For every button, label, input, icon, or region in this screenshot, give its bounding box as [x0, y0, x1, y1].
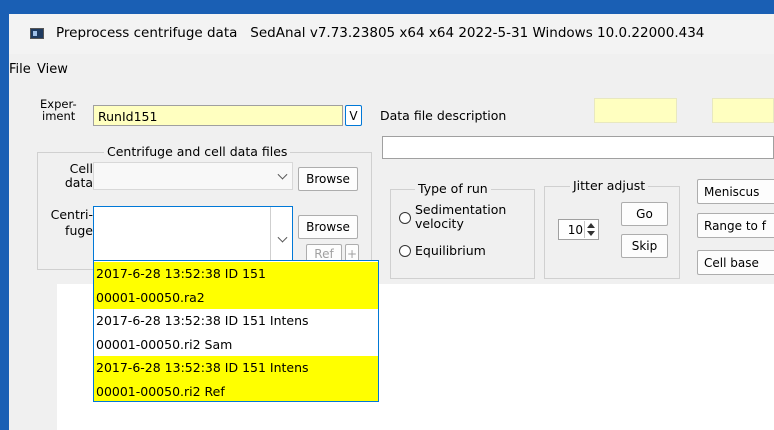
- dropdown-option-1-line2[interactable]: 00001-00050.ra2: [94, 285, 378, 309]
- range-to-fit-button[interactable]: Range to f: [697, 213, 774, 238]
- app-icon: [30, 28, 44, 39]
- data-file-description-yellow-field-2[interactable]: [712, 98, 774, 123]
- cell-data-combo[interactable]: [93, 162, 293, 190]
- centrifuge-label-line2: fuge: [65, 223, 93, 238]
- dropdown-option-3-line2[interactable]: 00001-00050.ri2 Ref: [94, 379, 378, 401]
- arrow-up-icon[interactable]: [587, 223, 595, 228]
- cell-data-label-line1: Cell: [69, 161, 93, 176]
- window-title-name: Preprocess centrifuge data: [56, 25, 238, 41]
- arrow-down-icon[interactable]: [587, 231, 595, 236]
- jitter-value: 10: [567, 223, 583, 237]
- menu-file[interactable]: File: [9, 62, 31, 77]
- browse-cell-button[interactable]: Browse: [298, 167, 358, 191]
- browse-centrifuge-button[interactable]: Browse: [298, 215, 358, 239]
- jitter-spinner[interactable]: 10: [558, 219, 599, 240]
- app-window: Preprocess centrifuge data SedAnal v7.73…: [9, 14, 774, 430]
- jitter-go-button[interactable]: Go: [621, 202, 668, 226]
- window-version-info: SedAnal v7.73.23805 x64 x64 2022-5-31 Wi…: [250, 25, 705, 41]
- equilibrium-label: Equilibrium: [415, 243, 486, 258]
- sedimentation-velocity-radio[interactable]: [399, 212, 411, 224]
- experiment-field[interactable]: RunId151: [93, 105, 343, 126]
- cell-data-label: Cell data: [58, 162, 93, 190]
- jitter-skip-button[interactable]: Skip: [621, 234, 668, 258]
- centrifuge-dropdown-list[interactable]: 2017-6-28 13:52:38 ID 151 00001-00050.ra…: [93, 260, 379, 402]
- sedimentation-velocity-line1: Sedimentation: [415, 202, 507, 217]
- type-of-run-title: Type of run: [415, 181, 491, 196]
- sedimentation-velocity-label: Sedimentation velocity: [415, 203, 506, 231]
- centrifuge-label-line1: Centri-: [50, 207, 93, 222]
- menu-view[interactable]: View: [37, 62, 68, 77]
- experiment-v-button[interactable]: V: [345, 105, 362, 126]
- data-file-description-yellow-field[interactable]: [594, 98, 677, 123]
- dropdown-option-2-line2[interactable]: 00001-00050.ri2 Sam: [94, 333, 378, 357]
- dropdown-option-2-line1[interactable]: 2017-6-28 13:52:38 ID 151 Intens: [94, 309, 378, 333]
- chevron-down-icon: [277, 232, 288, 243]
- centrifuge-combo[interactable]: [93, 206, 293, 261]
- sedimentation-velocity-line2: velocity: [415, 216, 464, 231]
- experiment-label: Exper- iment: [40, 98, 77, 122]
- dropdown-option-3-line1[interactable]: 2017-6-28 13:52:38 ID 151 Intens: [94, 356, 378, 380]
- jitter-title: Jitter adjust: [570, 178, 649, 193]
- experiment-value: RunId151: [98, 109, 158, 124]
- chevron-down-icon: [277, 169, 288, 180]
- meniscus-button[interactable]: Meniscus: [697, 179, 774, 204]
- combo-divider: [270, 207, 271, 260]
- cell-base-button[interactable]: Cell base: [697, 250, 774, 275]
- centrifuge-label: Centri- fuge: [41, 207, 93, 239]
- window-title: Preprocess centrifuge data SedAnal v7.73…: [56, 25, 704, 41]
- equilibrium-radio[interactable]: [399, 245, 411, 257]
- dropdown-option-1-line1[interactable]: 2017-6-28 13:52:38 ID 151: [94, 262, 378, 286]
- spinner-arrows[interactable]: [584, 221, 597, 238]
- cell-data-label-line2: data: [64, 175, 93, 190]
- files-group-title: Centrifuge and cell data files: [104, 144, 291, 159]
- data-file-description-label: Data file description: [380, 108, 507, 123]
- experiment-label-line2: iment: [42, 109, 76, 123]
- title-bar: Preprocess centrifuge data SedAnal v7.73…: [9, 14, 774, 54]
- data-file-description-field[interactable]: [382, 136, 774, 159]
